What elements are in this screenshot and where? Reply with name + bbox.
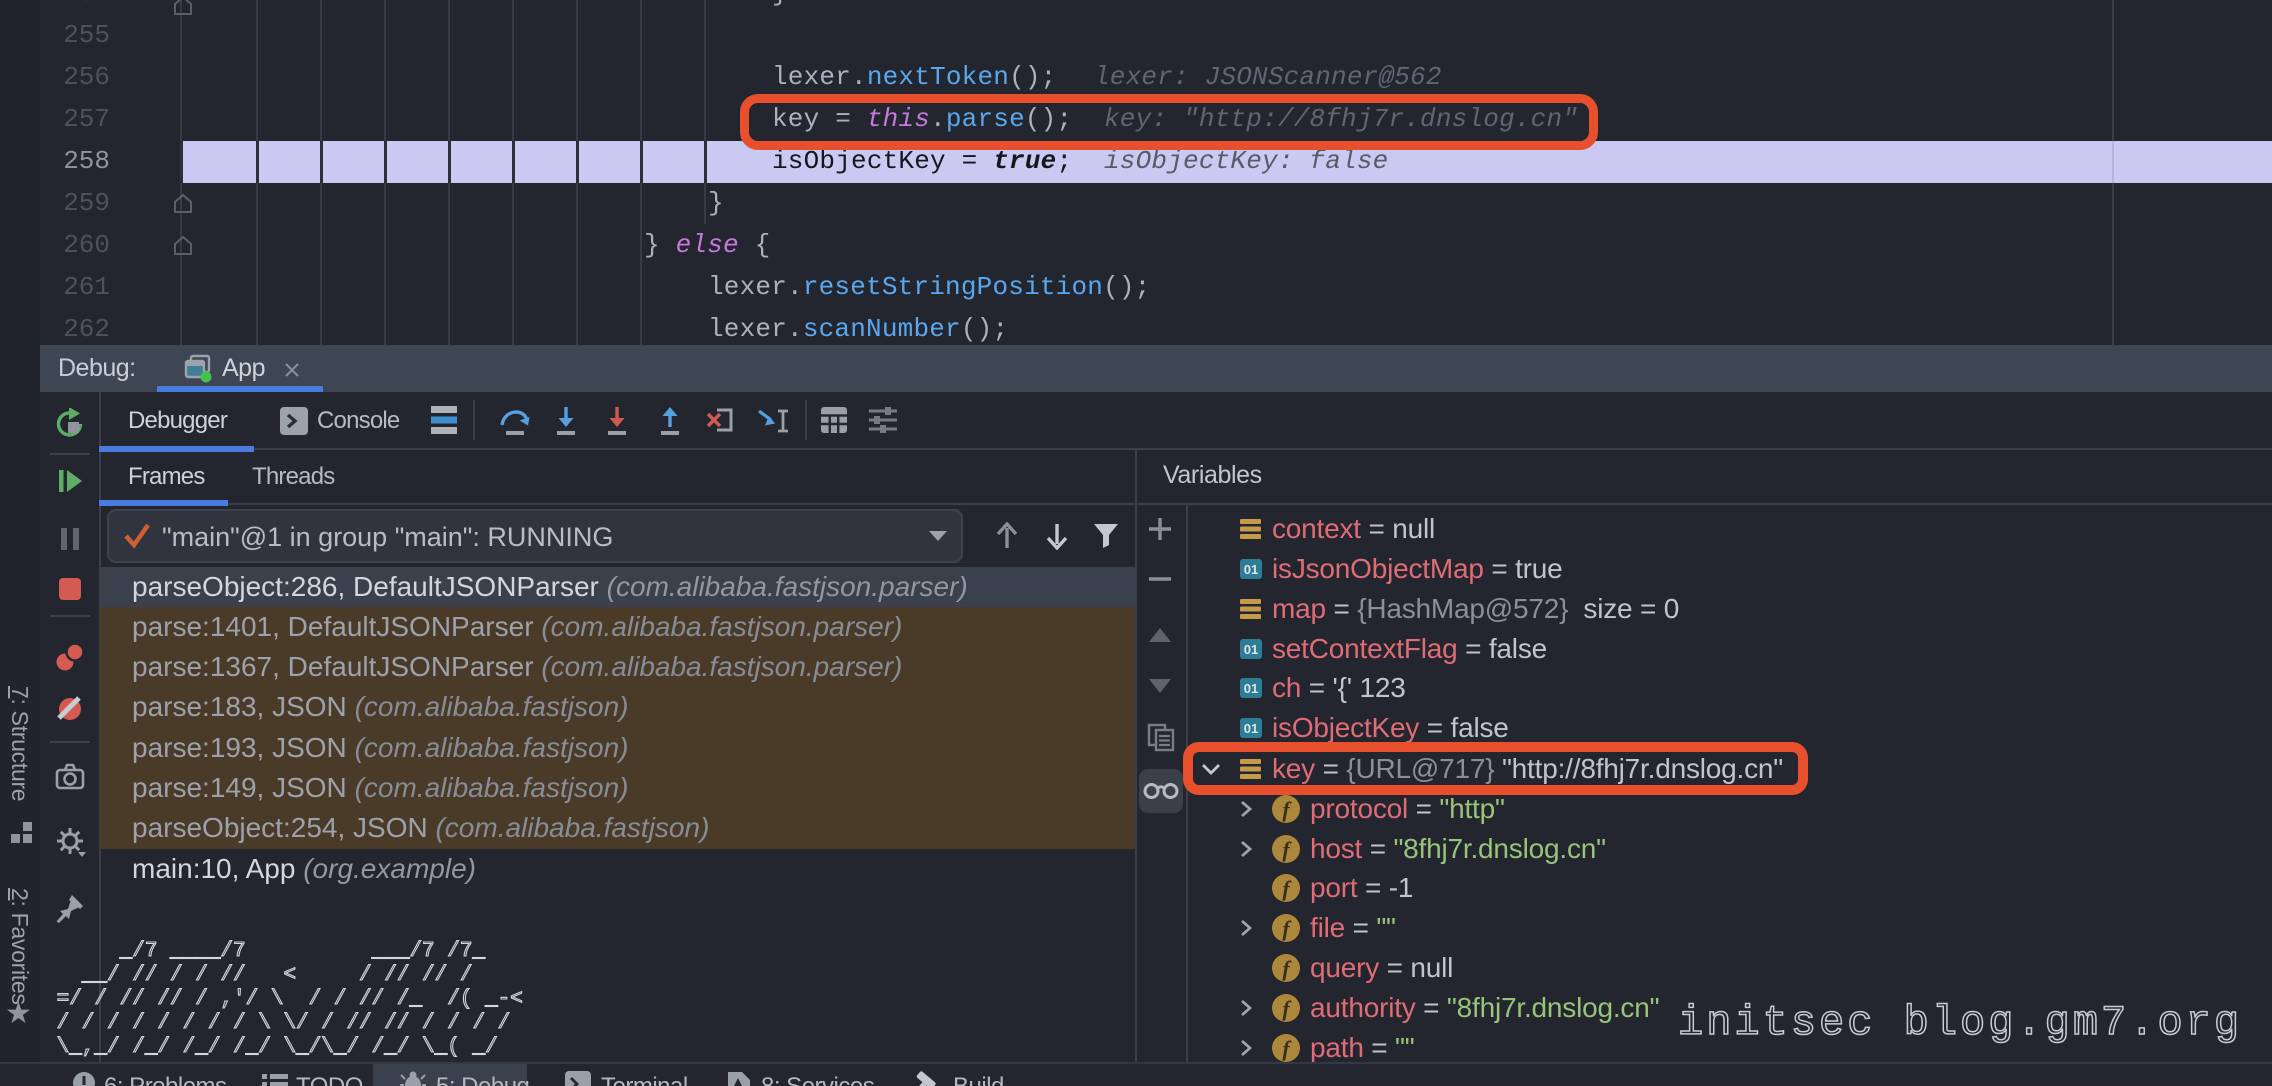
svg-text:01: 01 bbox=[1244, 642, 1258, 657]
svg-text:01: 01 bbox=[1244, 681, 1258, 696]
svg-text:01: 01 bbox=[1244, 721, 1258, 736]
svg-text:01: 01 bbox=[1244, 562, 1258, 577]
